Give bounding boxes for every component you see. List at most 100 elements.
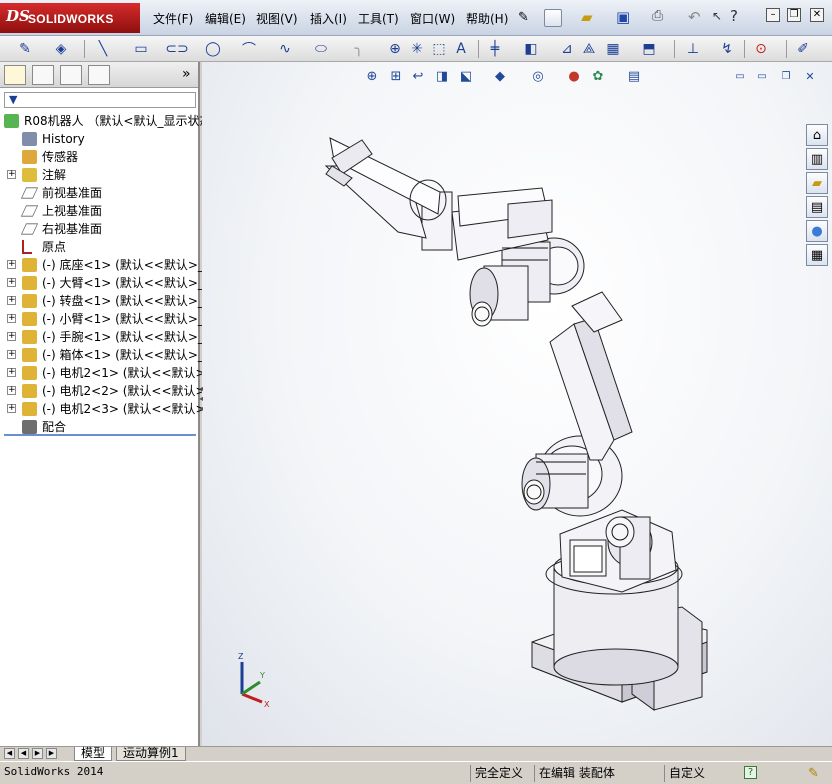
circle-icon[interactable]: ◯ — [204, 40, 222, 58]
display-relations-icon[interactable]: ⊥ — [684, 40, 702, 58]
tree-expand-icon[interactable]: + — [7, 170, 16, 179]
minimize-button[interactable]: – — [766, 8, 780, 22]
centerline-icon[interactable]: ✳ — [408, 40, 426, 58]
select-cursor-icon[interactable]: ↖ — [712, 9, 722, 23]
appearances-icon[interactable]: ● — [806, 220, 828, 242]
help-icon[interactable]: ? — [730, 7, 738, 25]
tree-expand-icon[interactable]: + — [7, 386, 16, 395]
menu-edit[interactable]: 编辑(E) — [205, 10, 246, 27]
tree-item[interactable]: + (-) 底座<1> (默认<<默认>_显 — [0, 256, 216, 274]
linear-pattern-icon[interactable]: ▦ — [604, 40, 622, 58]
menu-tools[interactable]: 工具(T) — [358, 10, 399, 27]
spline-icon[interactable]: ∿ — [276, 40, 294, 58]
text-icon[interactable]: A — [452, 40, 470, 58]
robot-arm-model[interactable] — [202, 62, 832, 746]
tree-item-label: (-) 电机2<1> (默认<<默认>_ — [42, 366, 212, 380]
tree-item[interactable]: 原点 — [0, 238, 198, 256]
offset-icon[interactable]: ⊿ — [558, 40, 576, 58]
ellipse-icon[interactable]: ⬭ — [312, 40, 330, 58]
solidworks-resources-icon[interactable]: ⌂ — [806, 124, 828, 146]
status-units[interactable]: 自定义 — [664, 765, 709, 782]
tree-expand-icon[interactable]: + — [7, 404, 16, 413]
tree-expand-icon[interactable]: + — [7, 296, 16, 305]
move-entities-icon[interactable]: ⬒ — [640, 40, 658, 58]
tree-item[interactable]: 上视基准面 — [0, 202, 198, 220]
menu-file[interactable]: 文件(F) — [153, 10, 193, 27]
tree-expand-icon[interactable]: + — [7, 278, 16, 287]
view-palette-icon[interactable]: ▤ — [806, 196, 828, 218]
feature-manager-tab-icon[interactable] — [4, 65, 26, 85]
graphics-viewport[interactable]: ⊕ ⊞ ↩ ◨ ⬕ ◆ ◎ ● ✿ ▤ ▭ ▭ ❐ ✕ Z Y X — [202, 62, 832, 746]
slot-icon[interactable]: ⊂⊃ — [165, 40, 188, 58]
tab-motion-study[interactable]: 运动算例1 — [116, 747, 186, 761]
tree-item[interactable]: + (-) 电机2<3> (默认<<默认>_ — [0, 400, 212, 418]
restore-button[interactable]: ❐ — [787, 8, 801, 22]
tree-item[interactable]: + (-) 箱体<1> (默认<<默认>_显 — [0, 346, 216, 364]
custom-properties-icon[interactable]: ▦ — [806, 244, 828, 266]
tree-item[interactable]: 右视基准面 — [0, 220, 198, 238]
open-folder-icon[interactable]: ▰ — [581, 8, 593, 26]
sketch-icon[interactable]: ✎ — [16, 40, 34, 58]
property-manager-tab-icon[interactable] — [32, 65, 54, 85]
status-app-version: SolidWorks 2014 — [4, 765, 104, 778]
tree-item[interactable]: 传感器 — [0, 148, 198, 166]
new-document-icon[interactable] — [544, 9, 562, 27]
menu-help[interactable]: 帮助(H) — [466, 10, 508, 27]
panel-resize-handle[interactable]: ◂ ◂ ◂ — [199, 384, 207, 424]
line-icon[interactable]: ╲ — [94, 40, 112, 58]
tree-item[interactable]: History — [0, 130, 198, 148]
save-icon[interactable]: ▣ — [616, 8, 630, 26]
filter-bar[interactable]: ▼ — [4, 92, 196, 108]
first-tab-arrow-icon[interactable]: ◀ — [4, 748, 15, 759]
status-help-icon[interactable]: ? — [744, 766, 757, 779]
menu-insert[interactable]: 插入(I) — [310, 10, 347, 27]
configuration-manager-tab-icon[interactable] — [60, 65, 82, 85]
tree-item-label: (-) 转盘<1> (默认<<默认>_显 — [42, 294, 216, 308]
tree-item[interactable]: + (-) 电机2<1> (默认<<默认>_ — [0, 364, 212, 382]
undo-icon[interactable]: ↶ — [688, 8, 701, 26]
close-button[interactable]: ✕ — [810, 8, 824, 22]
filter-icon[interactable]: ▼ — [9, 93, 17, 106]
tree-item[interactable]: + (-) 转盘<1> (默认<<默认>_显 — [0, 292, 216, 310]
part-icon — [22, 366, 37, 380]
tree-expand-icon[interactable]: + — [7, 314, 16, 323]
pin-icon[interactable]: ✎ — [518, 10, 529, 25]
next-tab-arrow-icon[interactable]: ▶ — [32, 748, 43, 759]
tree-item[interactable]: R08机器人 （默认<默认_显示状态 — [0, 112, 211, 130]
file-explorer-icon[interactable]: ▰ — [806, 172, 828, 194]
convert-entities-icon[interactable]: ◧ — [522, 40, 540, 58]
tree-item[interactable]: + (-) 大臂<1> (默认<<默认>_显 — [0, 274, 216, 292]
title-bar: DS SOLIDWORKS 文件(F) 编辑(E) 视图(V) 插入(I) 工具… — [0, 0, 832, 36]
menu-window[interactable]: 窗口(W) — [410, 10, 455, 27]
design-library-icon[interactable]: ▥ — [806, 148, 828, 170]
tree-expand-icon[interactable]: + — [7, 368, 16, 377]
tab-model[interactable]: 模型 — [74, 747, 113, 761]
rapid-sketch-icon[interactable]: ✐ — [794, 40, 812, 58]
point-icon[interactable]: ⊕ — [386, 40, 404, 58]
last-tab-arrow-icon[interactable]: ▶ — [46, 748, 57, 759]
tree-item[interactable]: 前视基准面 — [0, 184, 198, 202]
display-manager-tab-icon[interactable] — [88, 65, 110, 85]
tree-item[interactable]: + (-) 电机2<2> (默认<<默认>_ — [0, 382, 212, 400]
arc-icon[interactable]: ⌒ — [240, 40, 258, 58]
mirror-icon[interactable]: ⟁ — [580, 40, 598, 58]
panel-expand-button[interactable]: » — [182, 66, 191, 82]
trim-icon[interactable]: ╪ — [486, 40, 504, 58]
repair-sketch-icon[interactable]: ↯ — [718, 40, 736, 58]
rebuild-status-icon[interactable]: ✎ — [808, 766, 819, 781]
menu-view[interactable]: 视图(V) — [256, 10, 298, 27]
prev-tab-arrow-icon[interactable]: ◀ — [18, 748, 29, 759]
construction-geometry-icon[interactable]: ⬚ — [430, 40, 448, 58]
tree-expand-icon[interactable]: + — [7, 332, 16, 341]
tree-expand-icon[interactable]: + — [7, 260, 16, 269]
tree-item[interactable]: + 注解 — [0, 166, 198, 184]
quick-snaps-icon[interactable]: ⊙ — [752, 40, 770, 58]
fillet-icon[interactable]: ╮ — [350, 40, 368, 58]
smart-dimension-icon[interactable]: ◈ — [52, 40, 70, 58]
tree-item[interactable]: + (-) 手腕<1> (默认<<默认>_显 — [0, 328, 216, 346]
solidworks-logo[interactable]: DS SOLIDWORKS — [0, 3, 140, 33]
tree-item[interactable]: + (-) 小臂<1> (默认<<默认>_显 — [0, 310, 216, 328]
tree-expand-icon[interactable]: + — [7, 350, 16, 359]
print-icon[interactable]: ⎙ — [652, 8, 663, 24]
rectangle-icon[interactable]: ▭ — [132, 40, 150, 58]
